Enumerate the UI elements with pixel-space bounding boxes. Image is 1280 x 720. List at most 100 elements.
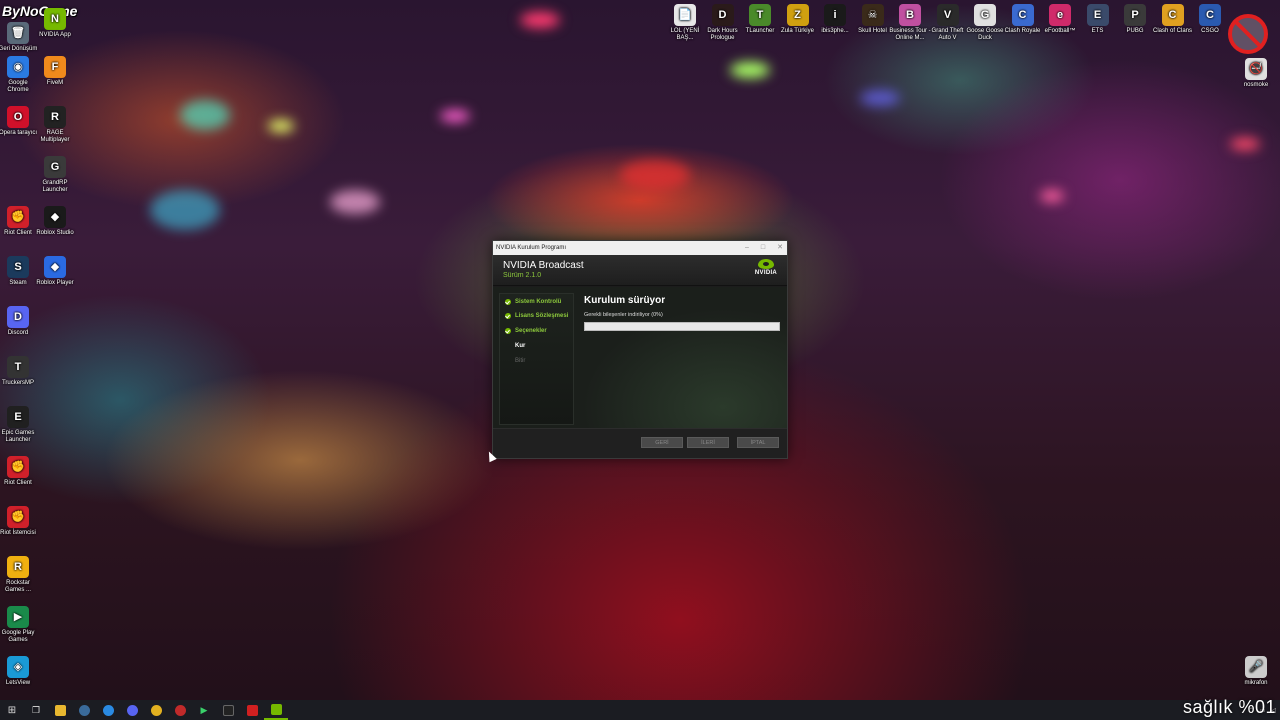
- desktop-icon-label: TLauncher: [745, 28, 775, 34]
- app-icon: ✊: [7, 456, 29, 478]
- installer-titlebar[interactable]: NVIDIA Kurulum Programı – □ ✕: [493, 241, 787, 255]
- top-desktop-icon-9[interactable]: C Clash Royale: [1002, 4, 1044, 35]
- start-button[interactable]: ⊞: [0, 700, 24, 720]
- desktop-icon-label: Skull Hotel: [858, 28, 887, 34]
- desktop-icon-label: Zula Türkiye: [781, 28, 814, 34]
- top-desktop-icon-1[interactable]: D Dark Hours Prologue: [702, 4, 744, 42]
- desktop-icon-label: LOL (YENİ BAŞ...: [670, 28, 700, 41]
- desktop-icon-label: Google Play Games: [1, 630, 35, 643]
- app-icon: N: [44, 8, 66, 30]
- close-button[interactable]: ✕: [777, 243, 783, 252]
- desktop-icon-label: TruckersMP: [1, 380, 35, 386]
- app-icon: ✊: [7, 506, 29, 528]
- left-desktop-icon-14[interactable]: ✊ Riot Client: [0, 456, 39, 487]
- app-icon: e: [1049, 4, 1071, 26]
- next-button[interactable]: İLERİ: [687, 437, 729, 448]
- left-desktop-icon-5[interactable]: R RAGE Multiplayer: [34, 106, 76, 144]
- top-desktop-icon-6[interactable]: B Business Tour - Online M...: [889, 4, 931, 42]
- installer-body: Sistem Kontrolü Lisans Sözleşmesi Seçene…: [493, 287, 787, 429]
- nvidia-installer-window: NVIDIA Kurulum Programı – □ ✕ NVIDIA Bro…: [492, 240, 788, 459]
- left-desktop-icon-3[interactable]: F FiveM: [34, 56, 76, 87]
- left-desktop-icon-8[interactable]: ◆ Roblox Studio: [34, 206, 76, 237]
- app-icon: T: [749, 4, 771, 26]
- step-system-check: Sistem Kontrolü: [505, 299, 561, 305]
- app-icon: F: [44, 56, 66, 78]
- maximize-button[interactable]: □: [761, 243, 765, 252]
- right-desktop-icon-0[interactable]: 🚭 nosmoke: [1235, 58, 1277, 89]
- terminal-taskbar-icon[interactable]: [216, 700, 240, 720]
- desktop-icon-label: Business Tour - Online M...: [889, 28, 931, 41]
- install-heading: Kurulum sürüyor: [584, 295, 666, 306]
- desktop-icon-label: Goose Goose Duck: [966, 28, 1004, 41]
- left-desktop-icon-17[interactable]: ▶ Google Play Games: [0, 606, 39, 644]
- desktop-icon-label: Roblox Studio: [36, 230, 74, 236]
- steam-taskbar-icon[interactable]: [72, 700, 96, 720]
- app-icon: B: [899, 4, 921, 26]
- app-icon: R: [44, 106, 66, 128]
- desktop-icon-label: Clash of Clans: [1152, 28, 1193, 34]
- left-desktop-icon-6[interactable]: G GrandRP Launcher: [34, 156, 76, 194]
- install-content: Kurulum sürüyor Gerekli bileşenler indir…: [584, 295, 780, 331]
- app-icon: E: [7, 406, 29, 428]
- app-icon: V: [936, 4, 959, 26]
- left-desktop-icon-15[interactable]: ✊ Riot İstemcisi: [0, 506, 39, 537]
- top-desktop-icon-14[interactable]: C CSGO: [1189, 4, 1231, 35]
- top-desktop-icon-5[interactable]: ☠ Skull Hotel: [852, 4, 894, 35]
- nvidia-eye-icon: [758, 259, 774, 269]
- top-desktop-icon-10[interactable]: e eFootball™: [1039, 4, 1081, 35]
- discord-taskbar-icon[interactable]: [120, 700, 144, 720]
- app-icon: S: [7, 256, 29, 278]
- top-desktop-icon-11[interactable]: E ETS: [1077, 4, 1119, 35]
- left-desktop-icon-18[interactable]: ◈ LetsView: [0, 656, 39, 687]
- chrome-taskbar-icon[interactable]: [144, 700, 168, 720]
- left-desktop-icon-10[interactable]: ◆ Roblox Player: [34, 256, 76, 287]
- app-icon: Z: [786, 4, 809, 26]
- file-explorer-icon[interactable]: [48, 700, 72, 720]
- app-icon: 📄: [674, 4, 696, 26]
- top-desktop-icon-3[interactable]: Z Zula Türkiye: [777, 4, 819, 35]
- left-desktop-icon-12[interactable]: T TruckersMP: [0, 356, 39, 387]
- app-icon: E: [1086, 4, 1109, 26]
- recorder-taskbar-icon[interactable]: [240, 700, 264, 720]
- nvidia-taskbar-icon[interactable]: [264, 700, 288, 720]
- install-status: Gerekli bileşenler indiriliyor (0%): [584, 312, 663, 318]
- check-icon: [505, 299, 511, 305]
- back-button[interactable]: GERİ: [641, 437, 683, 448]
- desktop-icon-label: Dark Hours Prologue: [707, 28, 738, 41]
- app-icon: C: [1161, 4, 1184, 26]
- app-icon: 🗑: [7, 22, 29, 44]
- sync-taskbar-icon[interactable]: [96, 700, 120, 720]
- cancel-button[interactable]: İPTAL: [737, 437, 779, 448]
- desktop-icon-label: nosmoke: [1243, 82, 1269, 88]
- step-install: Kur: [515, 343, 526, 349]
- desktop-icon-label: Geri Dönüşüm: [0, 46, 38, 52]
- top-desktop-icon-8[interactable]: G Goose Goose Duck: [964, 4, 1006, 42]
- steps-sidebar: Sistem Kontrolü Lisans Sözleşmesi Seçene…: [499, 293, 574, 425]
- left-desktop-icon-13[interactable]: E Epic Games Launcher: [0, 406, 39, 444]
- app-icon: ✊: [7, 206, 29, 228]
- app-icon: P: [1124, 4, 1146, 26]
- left-desktop-icon-16[interactable]: R Rockstar Games ...: [0, 556, 39, 594]
- app-icon: ◆: [44, 256, 66, 278]
- app-icon: i: [824, 4, 846, 26]
- right-desktop-icon-1[interactable]: 🎤 mikrafon: [1235, 656, 1277, 687]
- left-desktop-icon-11[interactable]: D Discord: [0, 306, 39, 337]
- top-desktop-icon-13[interactable]: C Clash of Clans: [1152, 4, 1194, 35]
- taskbar: ⊞ ❐ ▶ ⌃ ▭ ◁: [0, 700, 1280, 720]
- app-icon: C: [1011, 4, 1034, 26]
- app-icon: ☠: [861, 4, 884, 26]
- product-version: Sürüm 2.1.0: [503, 272, 542, 279]
- top-desktop-icon-2[interactable]: T TLauncher: [739, 4, 781, 35]
- top-desktop-icon-12[interactable]: P PUBG: [1114, 4, 1156, 35]
- top-desktop-icon-0[interactable]: 📄 LOL (YENİ BAŞ...: [664, 4, 706, 42]
- settings-taskbar-icon[interactable]: [168, 700, 192, 720]
- minimize-button[interactable]: –: [745, 243, 749, 252]
- app-icon: G: [974, 4, 996, 26]
- desktop-icon-label: Riot Client: [4, 480, 32, 486]
- play-taskbar-icon[interactable]: ▶: [192, 700, 216, 720]
- top-desktop-icon-4[interactable]: i ibis3phe...: [814, 4, 856, 35]
- app-icon: G: [44, 156, 66, 178]
- top-desktop-icon-7[interactable]: V Grand Theft Auto V: [927, 4, 969, 42]
- task-view-icon[interactable]: ❐: [24, 700, 48, 720]
- left-desktop-icon-1[interactable]: N NVIDIA App: [34, 8, 76, 39]
